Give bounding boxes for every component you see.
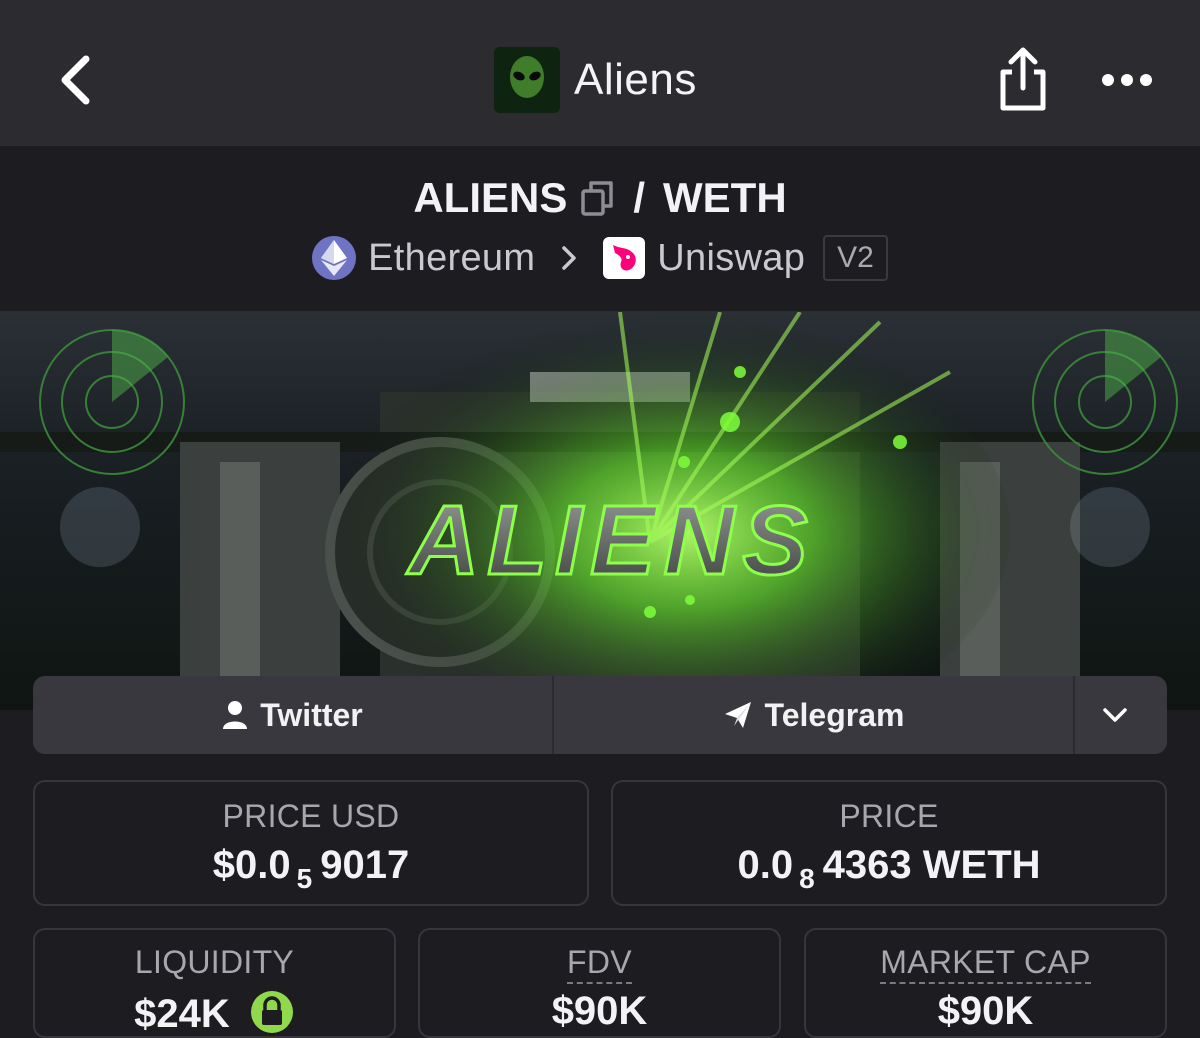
base-token-symbol: ALIENS — [413, 174, 568, 221]
more-options-button[interactable] — [1096, 58, 1158, 102]
market-cap-card: MARKET CAP $90K — [804, 928, 1167, 1038]
social-links-bar: Twitter Telegram — [33, 676, 1167, 754]
ethereum-icon — [312, 236, 357, 280]
dex-link[interactable]: Uniswap — [657, 237, 805, 280]
fdv-label[interactable]: FDV — [567, 944, 632, 984]
pair-separator: / — [633, 174, 646, 221]
chevron-right-icon — [562, 246, 577, 270]
paper-plane-icon — [724, 702, 751, 728]
telegram-label: Telegram — [764, 696, 905, 733]
pair-header: ALIENS / WETH Ethereum Uniswap V2 — [0, 146, 1200, 312]
chain-link[interactable]: Ethereum — [368, 237, 535, 280]
liquidity-value: $24K — [35, 989, 394, 1037]
uniswap-icon — [603, 237, 646, 279]
more-horizontal-icon — [1102, 74, 1152, 86]
nav-title-group: Aliens — [494, 46, 697, 114]
twitter-link-button[interactable]: Twitter — [33, 676, 554, 754]
market-cap-label[interactable]: MARKET CAP — [880, 944, 1091, 984]
price-usd-label: PRICE USD — [222, 798, 400, 834]
fdv-value: $90K — [551, 989, 648, 1033]
price-usd-card: PRICE USD $0.0 5 9017 — [33, 780, 589, 906]
pair-title-row: ALIENS / WETH — [0, 170, 1200, 226]
top-nav-bar: Aliens — [0, 0, 1200, 146]
liquidity-label: LIQUIDITY — [134, 944, 295, 980]
quote-token-symbol: WETH — [663, 174, 787, 221]
more-links-dropdown[interactable] — [1075, 676, 1167, 754]
price-weth-card: PRICE 0.0 8 4363 WETH — [611, 780, 1167, 906]
chevron-down-icon — [1103, 708, 1127, 722]
user-icon — [223, 701, 248, 729]
telegram-link-button[interactable]: Telegram — [554, 676, 1075, 754]
market-cap-value: $90K — [937, 989, 1034, 1033]
fdv-card: FDV $90K — [418, 928, 781, 1038]
chevron-left-icon — [61, 55, 90, 105]
price-weth-label: PRICE — [839, 798, 939, 834]
share-icon — [1000, 47, 1046, 111]
banner-title: ALIENS — [405, 485, 815, 595]
price-weth-value: 0.0 8 4363 WETH — [737, 843, 1041, 894]
twitter-label: Twitter — [260, 696, 363, 733]
chain-dex-breadcrumb: Ethereum Uniswap V2 — [0, 232, 1200, 284]
copy-icon[interactable] — [579, 179, 615, 217]
nav-title: Aliens — [574, 55, 697, 104]
back-button[interactable] — [40, 44, 110, 116]
version-badge: V2 — [823, 235, 888, 281]
lock-icon[interactable] — [249, 989, 295, 1035]
price-usd-value: $0.0 5 9017 — [212, 843, 410, 894]
project-banner: ALIENS — [0, 312, 1200, 710]
share-button[interactable] — [994, 44, 1052, 114]
aliens-app-icon — [494, 47, 560, 113]
liquidity-card: LIQUIDITY $24K — [33, 928, 396, 1038]
